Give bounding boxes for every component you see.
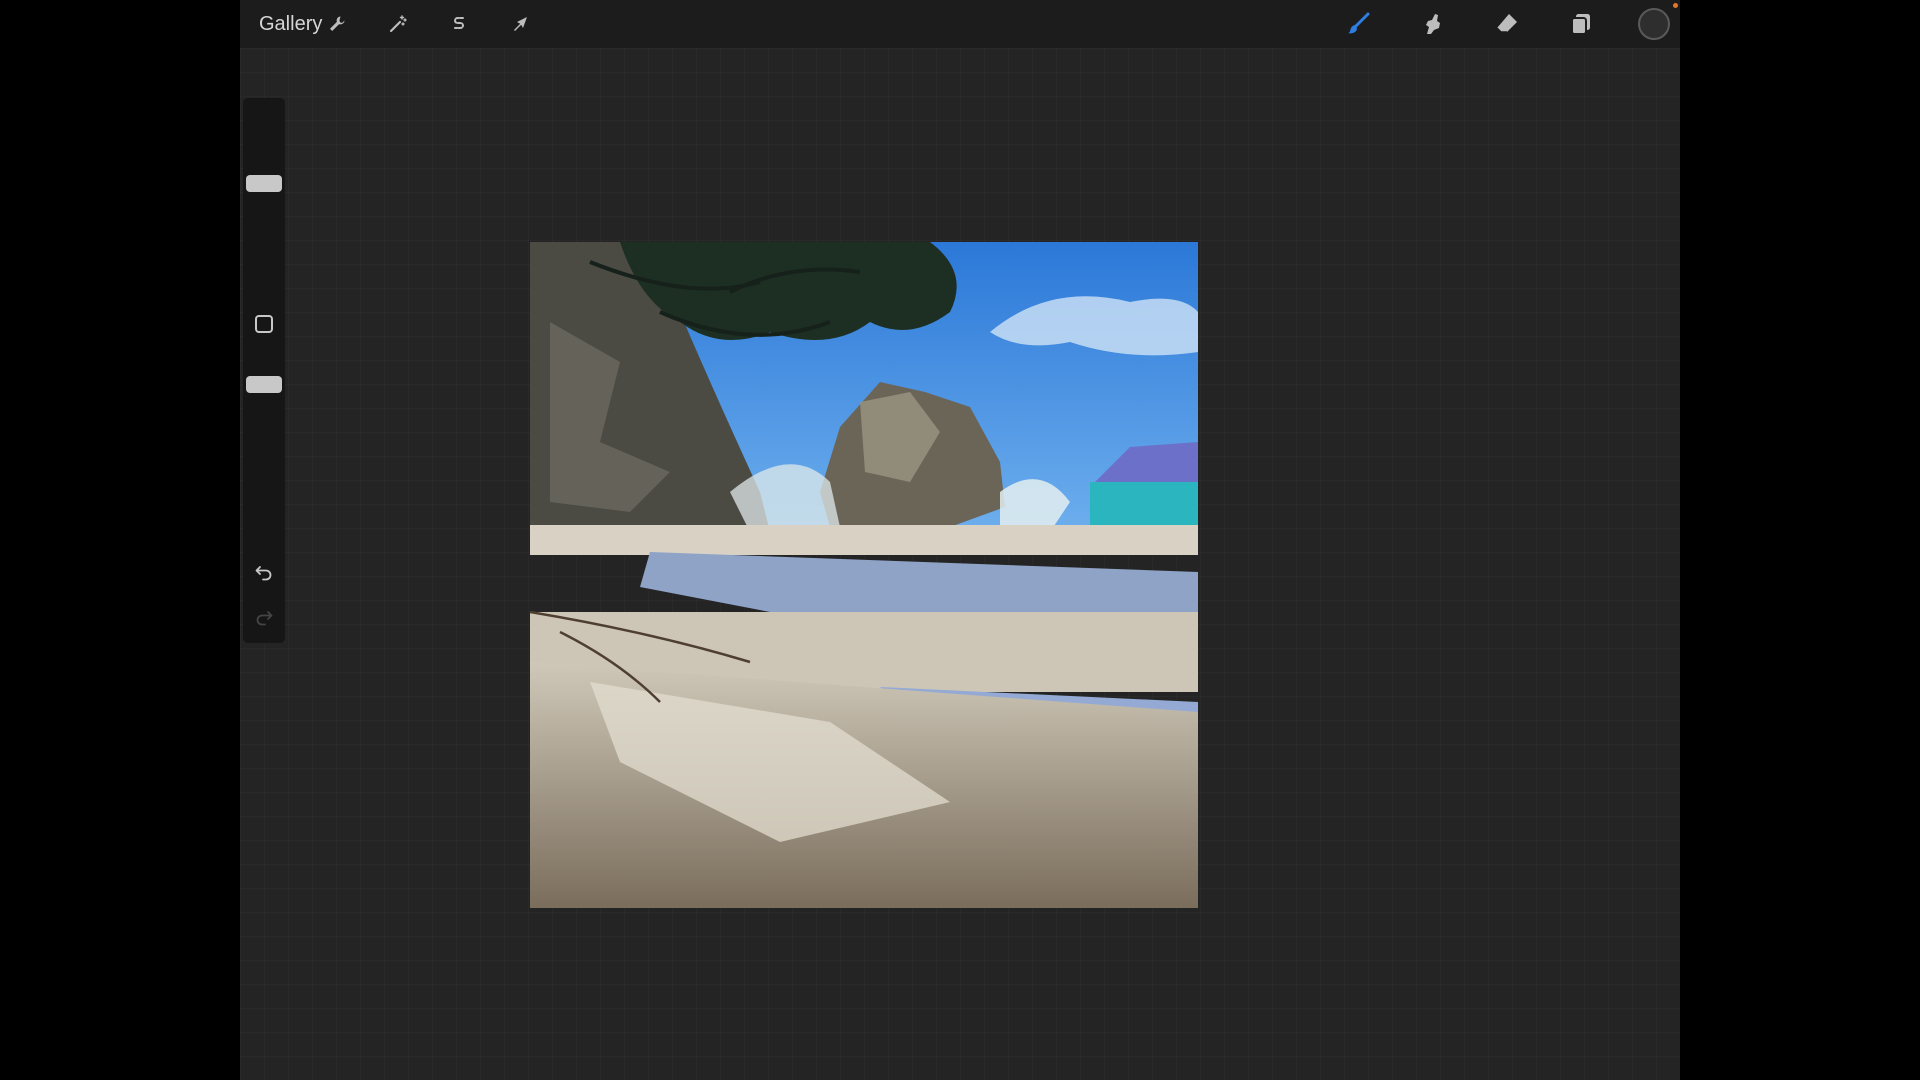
brush-opacity-handle[interactable] xyxy=(246,376,282,393)
sea xyxy=(1090,482,1198,527)
procreate-app: Gallery xyxy=(240,0,1680,1080)
redo-arrow-icon[interactable] xyxy=(252,605,276,629)
gallery-button[interactable]: Gallery xyxy=(259,12,322,36)
actions-wrench-icon[interactable] xyxy=(322,9,352,39)
brush-size-handle[interactable] xyxy=(246,175,282,192)
notification-dot xyxy=(1673,3,1678,8)
canvas-painting xyxy=(530,242,1198,908)
brush-icon[interactable] xyxy=(1344,9,1374,39)
adjustments-magic-wand-icon[interactable] xyxy=(383,9,413,39)
shoreline xyxy=(530,525,1198,555)
transform-arrow-cursor-icon[interactable] xyxy=(505,9,535,39)
eraser-icon[interactable] xyxy=(1492,9,1522,39)
brush-size-slider[interactable] xyxy=(243,104,285,279)
undo-arrow-icon[interactable] xyxy=(252,560,276,584)
layers-icon[interactable] xyxy=(1566,9,1596,39)
left-sidebar xyxy=(243,98,285,643)
brush-opacity-slider[interactable] xyxy=(243,350,285,540)
modify-square-icon[interactable] xyxy=(255,315,273,333)
top-toolbar: Gallery xyxy=(240,0,1680,48)
selection-s-icon[interactable] xyxy=(444,9,474,39)
smudge-finger-icon[interactable] xyxy=(1418,9,1448,39)
drawing-canvas[interactable] xyxy=(530,242,1198,908)
tidal-pool xyxy=(640,552,1198,622)
color-picker-button[interactable] xyxy=(1638,8,1670,40)
